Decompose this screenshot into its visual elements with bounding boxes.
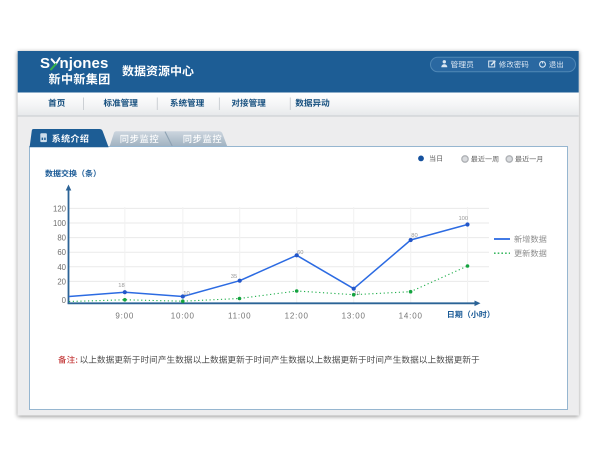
svg-text:18: 18 [118, 283, 124, 289]
svg-text:14:00: 14:00 [399, 312, 423, 321]
svg-text:10: 10 [183, 291, 189, 297]
svg-text:120: 120 [53, 204, 67, 213]
svg-text:60: 60 [297, 250, 303, 256]
svg-text:0: 0 [62, 296, 67, 305]
svg-text:10:00: 10:00 [171, 312, 195, 321]
svg-text:60: 60 [57, 248, 66, 257]
svg-text:35: 35 [231, 274, 237, 280]
svg-text:40: 40 [57, 263, 66, 272]
svg-text:80: 80 [411, 233, 417, 239]
svg-text:100: 100 [458, 216, 468, 222]
svg-text:12:00: 12:00 [285, 312, 309, 321]
svg-text:njones: njones [60, 55, 109, 72]
svg-text:80: 80 [57, 234, 66, 243]
svg-text:S: S [40, 55, 50, 72]
svg-text:100: 100 [53, 219, 67, 228]
svg-text:9:00: 9:00 [115, 312, 134, 321]
svg-text:13:00: 13:00 [342, 312, 366, 321]
svg-text:11:00: 11:00 [228, 312, 251, 321]
svg-text:20: 20 [57, 277, 66, 286]
